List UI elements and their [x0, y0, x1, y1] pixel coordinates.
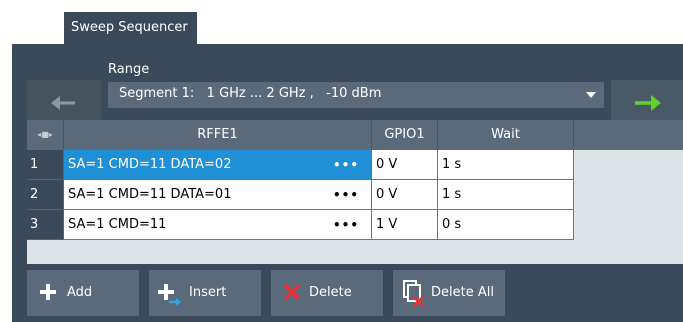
gpio-cell[interactable]: 1 V	[372, 210, 438, 240]
range-dropdown[interactable]: Segment 1: 1 GHz ... 2 GHz , -10 dBm	[108, 82, 604, 108]
row-index: 1	[27, 150, 64, 180]
delete-all-button[interactable]: Delete All	[393, 270, 505, 316]
rffe-value: SA=1 CMD=11	[68, 217, 167, 232]
insert-label: Insert	[189, 285, 227, 300]
plus-icon	[40, 284, 56, 300]
range-value: Segment 1: 1 GHz ... 2 GHz , -10 dBm	[119, 86, 382, 101]
range-label: Range	[108, 62, 150, 77]
add-label: Add	[67, 285, 93, 300]
tab-sweep-sequencer[interactable]: Sweep Sequencer	[64, 12, 197, 44]
header-gpio1[interactable]: GPIO1	[372, 120, 438, 150]
gpio-cell[interactable]: 0 V	[372, 180, 438, 210]
header-wait[interactable]: Wait	[438, 120, 574, 150]
chevron-down-icon	[586, 92, 596, 98]
rffe-value: SA=1 CMD=11 DATA=01	[68, 187, 232, 202]
add-button[interactable]: Add	[27, 270, 139, 316]
delete-all-label: Delete All	[431, 285, 494, 300]
more-options-icon[interactable]: •••	[333, 210, 359, 240]
rffe-cell[interactable]: SA=1 CMD=11 DATA=01 •••	[64, 180, 372, 210]
row-index: 3	[27, 210, 64, 240]
row-index: 2	[27, 180, 64, 210]
header-rffe1[interactable]: RFFE1	[64, 120, 372, 150]
table-row[interactable]: 2 SA=1 CMD=11 DATA=01 ••• 0 V 1 s	[27, 180, 574, 210]
wait-cell[interactable]: 1 s	[438, 150, 574, 180]
gpio-cell[interactable]: 0 V	[372, 150, 438, 180]
delete-label: Delete	[309, 285, 352, 300]
rffe-value: SA=1 CMD=11 DATA=02	[68, 157, 232, 172]
delete-button[interactable]: Delete	[271, 270, 383, 316]
more-options-icon[interactable]: •••	[333, 150, 359, 180]
table-row[interactable]: 1 SA=1 CMD=11 DATA=02 ••• 0 V 1 s	[27, 150, 574, 180]
delete-all-icon	[403, 280, 425, 308]
insert-button[interactable]: Insert	[149, 270, 261, 316]
more-options-icon[interactable]: •••	[333, 180, 359, 210]
table-row[interactable]: 3 SA=1 CMD=11 ••• 1 V 0 s	[27, 210, 574, 240]
wait-cell[interactable]: 0 s	[438, 210, 574, 240]
wait-cell[interactable]: 1 s	[438, 180, 574, 210]
sweep-sequencer-panel: Range Segment 1: 1 GHz ... 2 GHz , -10 d…	[12, 44, 683, 322]
sequence-table: ◂■▸ RFFE1 GPIO1 Wait 1 SA=1 CMD=11 DATA=…	[27, 120, 683, 264]
rffe-cell[interactable]: SA=1 CMD=11 DATA=02 •••	[64, 150, 372, 180]
insert-icon	[158, 284, 181, 306]
table-header: ◂■▸ RFFE1 GPIO1 Wait	[27, 120, 683, 150]
column-resize-icon[interactable]: ◂■▸	[27, 120, 64, 150]
close-icon	[283, 283, 301, 301]
rffe-cell[interactable]: SA=1 CMD=11 •••	[64, 210, 372, 240]
